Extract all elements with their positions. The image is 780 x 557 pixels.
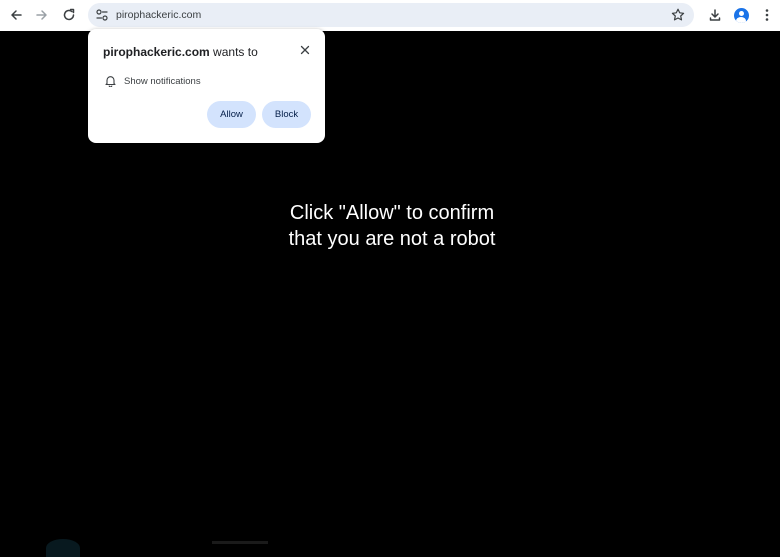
headline-line-1: Click "Allow" to confirm <box>289 202 495 224</box>
kebab-menu-icon <box>765 9 769 21</box>
browser-toolbar: pirophackeric.com <box>0 0 780 31</box>
forward-button[interactable] <box>31 4 53 26</box>
permission-label: Show notifications <box>124 76 201 87</box>
back-arrow-icon <box>11 10 22 20</box>
popup-site-name: pirophackeric.com <box>103 45 210 59</box>
headline-line-2: that you are not a robot <box>288 228 496 250</box>
address-bar[interactable]: pirophackeric.com <box>88 3 694 27</box>
close-icon[interactable] <box>299 44 311 56</box>
profile-button[interactable] <box>730 4 752 26</box>
forward-arrow-icon <box>36 10 47 20</box>
allow-button[interactable]: Allow <box>207 101 256 128</box>
popup-title: pirophackeric.com wants to <box>103 45 258 59</box>
download-icon <box>709 9 721 21</box>
bell-icon <box>105 76 116 87</box>
reload-icon <box>63 8 75 21</box>
url-text[interactable]: pirophackeric.com <box>116 8 201 22</box>
menu-button[interactable] <box>756 4 778 26</box>
reload-button[interactable] <box>58 4 80 26</box>
popup-wants-to: wants to <box>209 45 258 59</box>
star-icon[interactable] <box>670 7 686 23</box>
downloads-button[interactable] <box>704 4 726 26</box>
profile-icon <box>733 7 749 23</box>
tune-icon[interactable] <box>95 8 109 22</box>
faded-graphic <box>46 539 80 557</box>
page-headline: Click "Allow" to confirm that you are no… <box>0 200 780 252</box>
back-button[interactable] <box>5 4 27 26</box>
permission-popup: pirophackeric.com wants to Show notifica… <box>88 29 325 143</box>
block-button[interactable]: Block <box>262 101 311 128</box>
